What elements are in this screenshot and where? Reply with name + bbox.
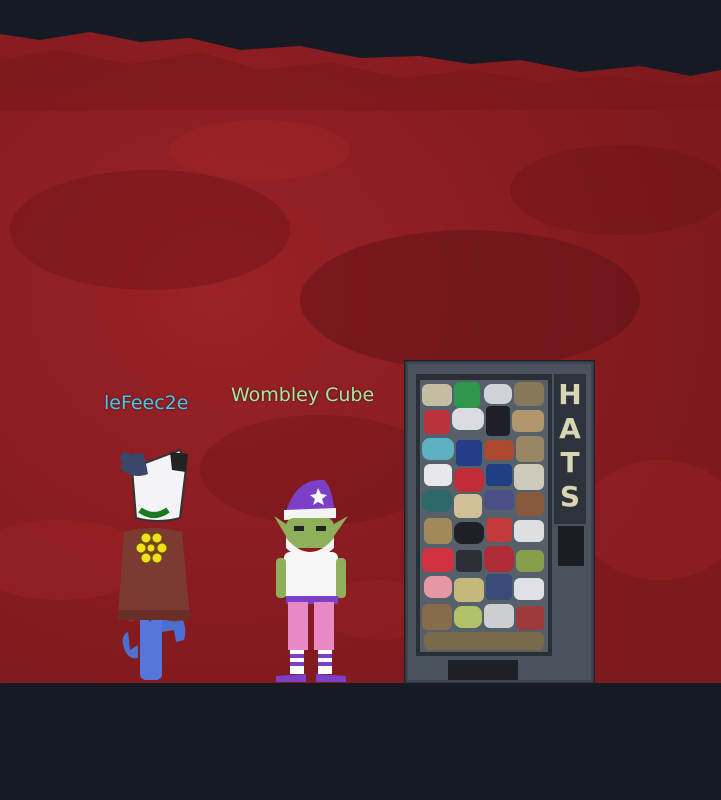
elf-purple-hat-character-icon[interactable]: [272, 474, 352, 686]
floor: [0, 683, 721, 800]
red-rock-wall: [0, 0, 721, 684]
svg-text:H: H: [558, 378, 581, 411]
marshmallow-poncho-character-icon[interactable]: [110, 440, 200, 684]
vending-machine-graphic: H A T S: [402, 358, 597, 686]
player-name-tag[interactable]: Wombley Cube: [231, 384, 374, 406]
hat-vending-machine-icon[interactable]: H A T S: [402, 358, 597, 686]
svg-text:T: T: [560, 446, 579, 479]
game-scene: leFeec2e Wombley Cube H A T S: [0, 0, 721, 800]
player-name-tag[interactable]: leFeec2e: [104, 392, 188, 414]
svg-text:S: S: [560, 480, 580, 513]
svg-text:A: A: [559, 412, 581, 445]
